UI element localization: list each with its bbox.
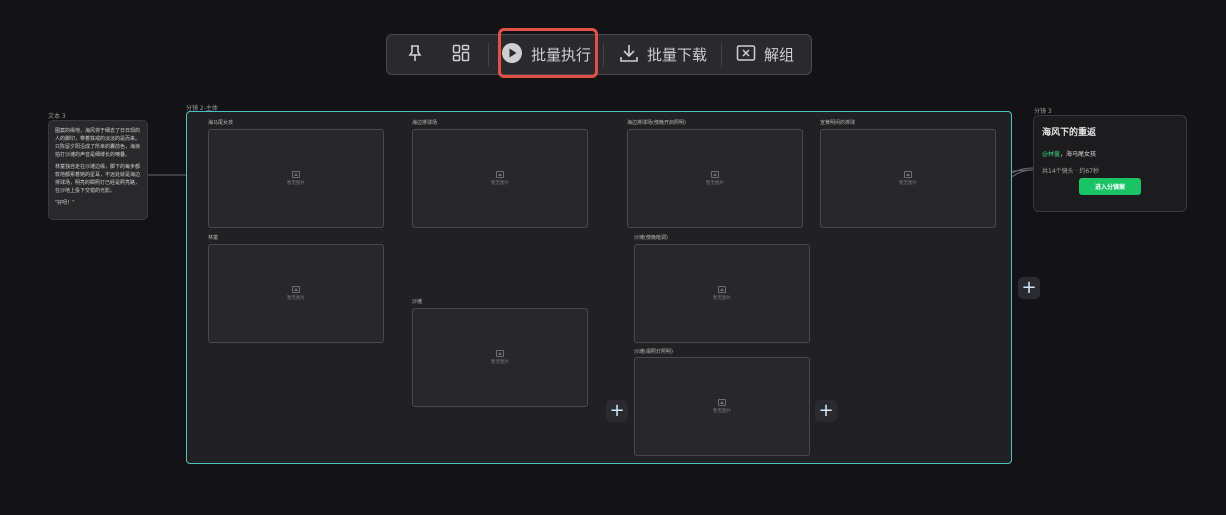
image-placeholder-icon bbox=[718, 399, 726, 406]
toolbar-divider bbox=[603, 43, 604, 67]
image-placeholder-icon bbox=[711, 171, 719, 178]
storyboard-meta: 共14个镜头 · 约67秒 bbox=[1042, 168, 1099, 175]
node-label: 沙滩(阑照灯照明) bbox=[634, 349, 673, 355]
placeholder-text: 暂无图片 bbox=[491, 360, 509, 365]
play-circle-icon bbox=[501, 42, 523, 68]
character-mention: @林童 bbox=[1042, 151, 1061, 158]
text-note-card[interactable]: 图案的缘地，海风将于细去了日日现的人的脚印，带着铁戒的淡淡的是而来。只陈留夕阳沿… bbox=[48, 120, 148, 220]
node-label: 海边排球场(傍晚开启照明) bbox=[627, 120, 686, 126]
add-node-button[interactable]: + bbox=[606, 400, 628, 422]
node-label: 沙滩 bbox=[412, 299, 423, 305]
image-node[interactable]: 暂无图片 bbox=[412, 129, 588, 228]
storyboard-card-title: 分镜 3 bbox=[1034, 108, 1052, 115]
node-label: 林童 bbox=[208, 235, 219, 241]
layout-button[interactable] bbox=[443, 35, 479, 74]
image-node[interactable]: 暂无图片 bbox=[208, 129, 384, 228]
batch-run-button[interactable]: 批量执行 bbox=[501, 35, 591, 74]
image-node[interactable]: 暂无图片 bbox=[634, 244, 810, 343]
image-placeholder-icon bbox=[292, 171, 300, 178]
batch-toolbar: 批量执行 批量下载 解组 bbox=[386, 34, 812, 75]
enter-storyboard-button[interactable]: 进入分镜案 bbox=[1079, 178, 1141, 195]
note-title: 文本 3 bbox=[48, 113, 66, 120]
add-node-button[interactable]: + bbox=[815, 400, 837, 422]
batch-run-label: 批量执行 bbox=[531, 46, 592, 64]
placeholder-text: 暂无图片 bbox=[491, 181, 509, 186]
batch-download-label: 批量下载 bbox=[647, 46, 708, 64]
placeholder-text: 暂无图片 bbox=[899, 181, 917, 186]
placeholder-text: 暂无图片 bbox=[713, 409, 731, 414]
image-node[interactable]: 暂无图片 bbox=[634, 357, 810, 456]
image-node[interactable]: 暂无图片 bbox=[208, 244, 384, 343]
placeholder-text: 暂无图片 bbox=[706, 181, 724, 186]
image-node[interactable]: 暂无图片 bbox=[627, 129, 803, 228]
folder-x-icon bbox=[736, 44, 756, 66]
plus-icon: + bbox=[818, 400, 834, 421]
plus-icon: + bbox=[609, 400, 625, 421]
node-label: 宣黄明闲的排球 bbox=[820, 120, 856, 126]
node-label: 海马尾女孩 bbox=[208, 120, 234, 126]
ungroup-button[interactable]: 解组 bbox=[736, 35, 794, 74]
node-label: 沙滩(傍晚暗调) bbox=[634, 235, 668, 241]
image-placeholder-icon bbox=[718, 286, 726, 293]
node-label: 海边排球场 bbox=[412, 120, 438, 126]
storyboard-heading: 海风下的重返 bbox=[1042, 128, 1097, 138]
note-paragraph: 林童独自走在沙滩边缘，脚下的每步都软地都累着她的星耳，不远处就是海边排球场，明亮… bbox=[55, 164, 141, 194]
download-icon bbox=[619, 43, 639, 67]
placeholder-text: 暂无图片 bbox=[287, 181, 305, 186]
layout-grid-icon bbox=[452, 44, 470, 66]
placeholder-text: 暂无图片 bbox=[287, 296, 305, 301]
note-paragraph: "好呀！" bbox=[55, 200, 75, 206]
pin-icon bbox=[408, 44, 422, 66]
plus-icon: + bbox=[1021, 277, 1037, 298]
image-placeholder-icon bbox=[496, 350, 504, 357]
character-rest: ，海马尾女孩 bbox=[1060, 151, 1097, 158]
ungroup-label: 解组 bbox=[764, 46, 795, 64]
image-node[interactable]: 暂无图片 bbox=[412, 308, 588, 407]
image-placeholder-icon bbox=[292, 286, 300, 293]
storyboard-characters: @林童，海马尾女孩 bbox=[1042, 149, 1096, 158]
image-placeholder-icon bbox=[904, 171, 912, 178]
note-paragraph: 图案的缘地，海风将于细去了日日现的人的脚印，带着铁戒的淡淡的是而来。只陈留夕阳沿… bbox=[55, 128, 141, 158]
toolbar-divider bbox=[488, 43, 489, 67]
toolbar-divider bbox=[721, 43, 722, 67]
pin-button[interactable] bbox=[397, 35, 433, 74]
image-node[interactable]: 暂无图片 bbox=[820, 129, 996, 228]
storyboard-card[interactable]: 海风下的重返 @林童，海马尾女孩 共14个镜头 · 约67秒 进入分镜案 bbox=[1033, 115, 1187, 212]
batch-download-button[interactable]: 批量下载 bbox=[619, 35, 707, 74]
placeholder-text: 暂无图片 bbox=[713, 296, 731, 301]
image-placeholder-icon bbox=[496, 171, 504, 178]
add-group-button[interactable]: + bbox=[1018, 277, 1040, 299]
